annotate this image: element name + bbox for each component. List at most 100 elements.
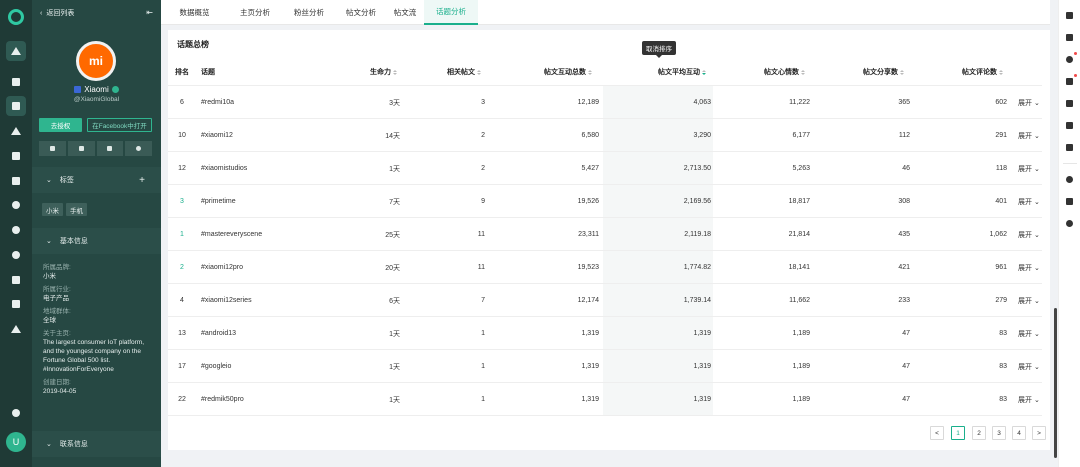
send-icon[interactable] (1065, 11, 1074, 20)
table-row[interactable]: 17 #googleio 1天 1 1,319 1,319 1,189 47 83 展开 ⌄ (168, 350, 1042, 383)
open-in-facebook-button[interactable]: 在Facebook中打开 (87, 118, 152, 132)
info-value: 小米 (43, 273, 56, 280)
message-nav-icon[interactable] (6, 146, 26, 166)
table-row[interactable]: 4 #xiaomi12series 6天 7 12,174 1,739.14 11,662 2… (168, 284, 1042, 317)
expand-row-button[interactable]: 展开 ⌄ (1018, 383, 1040, 416)
expand-row-button[interactable]: 展开 ⌄ (1018, 350, 1040, 383)
translate-icon[interactable] (1065, 74, 1077, 86)
table-row[interactable]: 2 #xiaomi12pro 20天 11 19,523 1,774.82 18,141 42… (168, 251, 1042, 284)
shield-icon[interactable] (39, 141, 66, 156)
tab-posts-analysis[interactable]: 帖文分析 (336, 0, 386, 25)
sort-icon[interactable] (393, 69, 397, 75)
scrollbar-thumb[interactable] (1054, 308, 1057, 458)
headset-icon[interactable] (1065, 219, 1074, 228)
sort-icon[interactable] (900, 69, 904, 75)
tags-section-header[interactable]: ⌄ 标签 + (32, 167, 161, 193)
table-row[interactable]: 3 #primetime 7天 9 19,526 2,169.56 18,817 308 401… (168, 185, 1042, 218)
tab-data-overview[interactable]: 数据概览 (161, 0, 228, 25)
accounts-nav-icon[interactable] (6, 41, 26, 61)
pagination-prev-button[interactable]: < (930, 426, 944, 440)
dashboard-nav-icon[interactable] (6, 72, 26, 92)
chevron-left-icon: ‹ (40, 9, 43, 17)
tag-item[interactable]: 小米 (42, 203, 63, 216)
pagination-page-button[interactable]: 2 (972, 426, 986, 440)
add-tag-icon[interactable]: + (139, 175, 145, 186)
globe-icon[interactable] (125, 141, 152, 156)
cell-topic[interactable]: #xiaomi12pro (201, 251, 351, 284)
collapse-sidebar-icon[interactable]: ⇤ (146, 8, 153, 17)
tab-page-analysis[interactable]: 主页分析 (228, 0, 282, 25)
pagination-page-button[interactable]: 3 (992, 426, 1006, 440)
pagination-page-button[interactable]: 4 (1012, 426, 1026, 440)
header-total-interactions[interactable]: 帖文互动总数 (544, 67, 592, 77)
authorize-button[interactable]: 去授权 (39, 118, 82, 132)
table-row[interactable]: 13 #android13 1天 1 1,319 1,319 1,189 47 83 展开 ⌄ (168, 317, 1042, 350)
cell-topic[interactable]: #redmi10a (201, 86, 351, 119)
header-lifespan[interactable]: 生命力 (370, 67, 397, 77)
cell-shares: 233 (898, 297, 910, 304)
grid-icon[interactable] (67, 141, 95, 156)
table-row[interactable]: 12 #xiaomistudios 1天 2 5,427 2,713.50 5,263 46 1… (168, 152, 1042, 185)
expand-row-button[interactable]: 展开 ⌄ (1018, 119, 1040, 152)
header-reactions[interactable]: 帖文心情数 (764, 67, 805, 77)
list-nav-icon[interactable] (6, 96, 26, 116)
header-related-posts[interactable]: 相关帖文 (447, 67, 481, 77)
expand-row-button[interactable]: 展开 ⌄ (1018, 86, 1040, 119)
expand-row-button[interactable]: 展开 ⌄ (1018, 317, 1040, 350)
header-shares[interactable]: 帖文分享数 (863, 67, 904, 77)
help-icon[interactable] (1065, 175, 1074, 184)
tag-item[interactable]: 手机 (66, 203, 87, 216)
pagination-page-button[interactable]: 1 (951, 426, 965, 440)
cell-topic[interactable]: #xiaomistudios (201, 152, 351, 185)
users-group-nav-icon[interactable] (6, 270, 26, 290)
qr-code-icon[interactable] (1065, 197, 1074, 206)
contact-info-section-header[interactable]: ⌄ 联系信息 (32, 431, 161, 457)
cell-topic[interactable]: #xiaomi12 (201, 119, 351, 152)
filter-list-icon[interactable] (1065, 143, 1074, 152)
sort-icon[interactable] (588, 69, 592, 75)
sort-desc-icon[interactable] (702, 69, 706, 75)
table-row[interactable]: 6 #redmi10a 3天 3 12,189 4,063 11,222 365 602 展开 ⌄ (168, 86, 1042, 119)
cell-topic[interactable]: #primetime (201, 185, 351, 218)
cell-topic[interactable]: #googleio (201, 350, 351, 383)
app-logo-icon[interactable] (8, 9, 24, 25)
chat-icon[interactable] (1065, 33, 1074, 42)
cell-topic[interactable]: #mastereveryscene (201, 218, 351, 251)
table-row[interactable]: 1 #mastereveryscene 25天 11 23,311 2,119.18 21,… (168, 218, 1042, 251)
back-to-list-link[interactable]: ‹ 返回列表 (40, 8, 74, 18)
pie-chart-nav-icon[interactable] (6, 195, 26, 215)
sort-icon[interactable] (999, 69, 1003, 75)
cell-topic[interactable]: #android13 (201, 317, 351, 350)
expand-row-button[interactable]: 展开 ⌄ (1018, 152, 1040, 185)
video-nav-icon[interactable] (6, 294, 26, 314)
sort-icon[interactable] (477, 69, 481, 75)
settings-gear-icon[interactable] (6, 403, 26, 423)
expand-row-button[interactable]: 展开 ⌄ (1018, 218, 1040, 251)
header-average-interactions[interactable]: 帖文平均互动 (658, 67, 706, 77)
expand-row-button[interactable]: 展开 ⌄ (1018, 185, 1040, 218)
broadcast-nav-icon[interactable] (6, 220, 26, 240)
table-row[interactable]: 10 #xiaomi12 14天 2 6,580 3,290 6,177 112 291 展开 ⌄ (168, 119, 1042, 152)
tab-topic-analysis[interactable]: 话题分析 (424, 0, 478, 25)
send-nav-icon[interactable] (6, 121, 26, 141)
cell-topic[interactable]: #xiaomi12series (201, 284, 351, 317)
basic-info-section-header[interactable]: ⌄ 基本信息 (32, 228, 161, 254)
user-avatar[interactable]: U (6, 432, 26, 452)
star-nav-icon[interactable] (6, 319, 26, 339)
tab-fans-analysis[interactable]: 粉丝分析 (282, 0, 336, 25)
bell-icon[interactable] (1065, 52, 1077, 64)
header-comments[interactable]: 帖文评论数 (962, 67, 1003, 77)
tab-post-stream[interactable]: 帖文流 (386, 0, 424, 25)
expand-row-button[interactable]: 展开 ⌄ (1018, 251, 1040, 284)
expand-row-button[interactable]: 展开 ⌄ (1018, 284, 1040, 317)
document-nav-icon[interactable] (6, 171, 26, 191)
add-box-icon[interactable] (1065, 99, 1074, 108)
info-label: 关于主页: (43, 330, 71, 337)
users-nav-icon[interactable] (6, 245, 26, 265)
folder-icon[interactable] (1065, 121, 1074, 130)
table-row[interactable]: 22 #redmik50pro 1天 1 1,319 1,319 1,189 47 83 展开 ⌄ (168, 383, 1042, 416)
pagination-next-button[interactable]: > (1032, 426, 1046, 440)
cell-topic[interactable]: #redmik50pro (201, 383, 351, 416)
sort-icon[interactable] (801, 69, 805, 75)
card-icon[interactable] (96, 141, 124, 156)
